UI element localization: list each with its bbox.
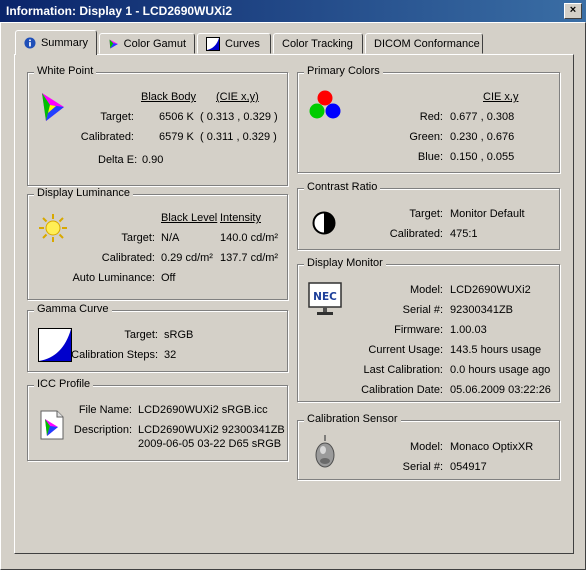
monitor-firmware-value: 1.00.03 [450,324,487,336]
contrast-target-value: Monitor Default [450,208,525,220]
white-point-group: White Point Black Body (CIE x,y) Target:… [27,65,288,186]
contrast-calibrated-label: Calibrated: [389,228,443,240]
wp-calibrated-label: Calibrated: [80,131,134,143]
contrast-calibrated-value: 475:1 [450,228,478,240]
close-button[interactable]: × [564,3,582,19]
wp-calibrated-bb: 6579 K [159,131,194,143]
tab-dicom-conformance[interactable]: DICOM Conformance [365,33,483,54]
monitor-caldate-value: 05.06.2009 03:22:26 [450,384,551,396]
monitor-serial-label: Serial #: [402,304,443,316]
primary-col-cie: CIE x,y [483,91,519,103]
contrast-group: Contrast Ratio Target: Monitor Default C… [297,181,560,250]
wp-target-bb: 6506 K [159,111,194,123]
luminance-title: Display Luminance [34,187,133,199]
tab-color-tracking[interactable]: Color Tracking [273,33,363,54]
contrast-target-label: Target: [409,208,443,220]
color-gamut-icon [109,38,118,49]
sensor-icon [315,435,335,468]
gamma-target-value: sRGB [164,329,194,341]
monitor-model-value: LCD2690WUXi2 [450,284,531,296]
lum-target-intensity: 140.0 cd/m² [220,232,279,244]
monitor-caldate-label: Calibration Date: [361,384,443,396]
curves-icon [206,36,220,51]
lum-target-black: N/A [161,232,180,244]
gamma-steps-value: 32 [164,349,177,361]
monitor-title: Display Monitor [304,257,386,269]
title-bar: Information: Display 1 - LCD2690WUXi2 × [0,0,586,22]
gamma-curve-icon [38,328,72,362]
white-point-title: White Point [34,65,97,77]
wp-calibrated-cie: ( 0.311 , 0.329 ) [200,131,277,143]
sensor-serial-value: 054917 [450,461,487,473]
sensor-serial-label: Serial #: [402,461,443,473]
gamma-group: Gamma Curve Target: sRGB Calibration Ste… [27,303,288,372]
contrast-icon [312,211,336,235]
monitor-group: Display Monitor NEC Model: LCD2690WUXi2 … [297,257,560,402]
monitor-lastcal-label: Last Calibration: [363,364,444,376]
tab-color-gamut[interactable]: Color Gamut [99,33,195,54]
icc-desc-line1: LCD2690WUXi2 92300341ZB [138,424,285,436]
monitor-icon: NEC [308,282,342,315]
icc-desc-line2: 2009-06-05 03-22 D65 sRGB [138,438,282,450]
gamma-target-label: Target: [124,329,158,341]
icc-desc-label: Description: [73,424,132,436]
gamma-title: Gamma Curve [34,303,112,315]
info-icon [24,37,36,49]
lum-col-intensity: Intensity [220,212,261,224]
wp-target-cie: ( 0.313 , 0.329 ) [200,111,278,123]
sensor-title: Calibration Sensor [304,413,401,425]
luminance-group: Display Luminance Black Level Intensity … [27,187,288,300]
tab-color-tracking-label: Color Tracking [282,37,353,50]
lum-target-label: Target: [121,232,155,244]
gamma-steps-label: Calibration Steps: [71,349,158,361]
sensor-group: Calibration Sensor Model: Monaco OptixXR… [297,413,560,480]
wp-delta-e-value: 0.90 [142,154,164,166]
primary-red-value: 0.677 , 0.308 [450,111,515,123]
tab-summary-label: Summary [40,37,88,49]
wp-col-black-body: Black Body [141,91,197,103]
tab-curves-label: Curves [225,37,260,50]
monitor-lastcal-value: 0.0 hours usage ago [450,364,551,376]
primary-colors-title: Primary Colors [304,65,383,77]
monitor-usage-label: Current Usage: [368,344,443,356]
lum-calibrated-black: 0.29 cd/m² [161,252,213,264]
wp-col-cie: (CIE x,y) [216,91,259,103]
primary-green-label: Green: [409,131,443,143]
primary-blue-label: Blue: [417,151,443,163]
tab-summary[interactable]: Summary [15,30,97,55]
monitor-usage-value: 143.5 hours usage [450,344,542,356]
sensor-model-value: Monaco OptixXR [450,441,534,453]
monitor-firmware-label: Firmware: [394,324,443,336]
wp-target-label: Target: [100,111,134,123]
icc-file-value: LCD2690WUXi2 sRGB.icc [138,404,268,416]
primary-red-label: Red: [419,111,443,123]
close-icon: × [569,4,577,16]
icc-group: ICC Profile File Name: LCD2690WUXi2 sRGB… [27,378,288,461]
lum-col-black: Black Level [161,212,218,224]
summary-panel: White Point Black Body (CIE x,y) Target:… [14,54,574,554]
lum-auto-value: Off [161,272,176,284]
tab-dicom-label: DICOM Conformance [374,37,480,50]
contrast-title: Contrast Ratio [304,181,381,193]
primary-blue-value: 0.150 , 0.055 [450,151,515,163]
window-title: Information: Display 1 - LCD2690WUXi2 [6,4,233,18]
wp-delta-e-label: Delta E: [98,154,138,166]
tab-curves[interactable]: Curves [197,33,271,54]
sun-icon [39,214,67,242]
lum-calibrated-label: Calibrated: [101,252,155,264]
primary-green-value: 0.230 , 0.676 [450,131,515,143]
icc-profile-icon [40,410,64,440]
rgb-circles-icon [309,90,341,119]
monitor-serial-value: 92300341ZB [450,304,513,316]
monitor-model-label: Model: [409,284,443,296]
icc-file-label: File Name: [78,404,132,416]
tab-color-gamut-label: Color Gamut [123,37,186,50]
primary-colors-group: Primary Colors CIE x,y Red: 0.677 , 0.30… [297,65,560,173]
icc-title: ICC Profile [34,378,94,390]
lum-auto-label: Auto Luminance: [72,272,155,284]
sensor-model-label: Model: [409,441,443,453]
lum-calibrated-intensity: 137.7 cd/m² [220,252,279,264]
nec-logo: NEC [313,291,337,303]
